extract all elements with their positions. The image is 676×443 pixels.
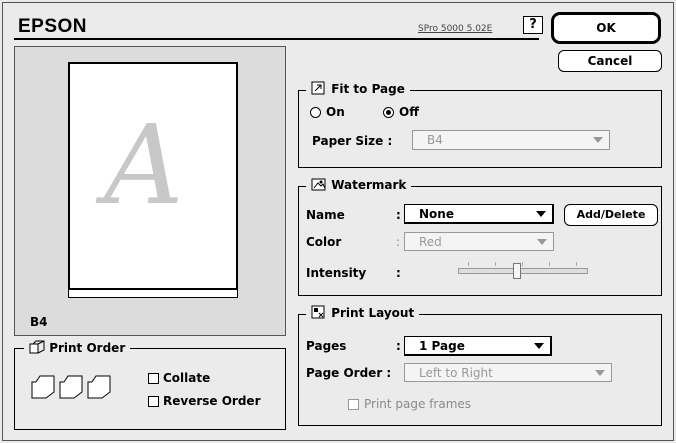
slider-thumb[interactable] [513, 263, 521, 279]
watermark-color-select[interactable]: Red [404, 232, 554, 251]
watermark-name-label: Name [306, 208, 345, 222]
page-order-label: Page Order : [306, 366, 392, 380]
watermark-intensity-label: Intensity [306, 266, 367, 280]
preview-letter: A [104, 101, 184, 229]
driver-version-link[interactable]: SPro 5000 5.02E [418, 24, 492, 34]
fit-on-radio[interactable] [310, 107, 321, 118]
fit-on-label: On [326, 105, 345, 119]
print-page-frames-label: Print page frames [364, 397, 472, 411]
fit-to-page-group [298, 90, 662, 168]
slider-tick [576, 262, 577, 266]
slider-tick [495, 262, 496, 266]
print-layout-title: Print Layout [306, 305, 420, 322]
colon: : [396, 339, 401, 353]
print-order-title: Print Order [24, 340, 131, 357]
colon: : [396, 266, 401, 280]
fit-to-page-title: Fit to Page [306, 81, 410, 98]
pages-select[interactable]: 1 Page [404, 336, 552, 356]
slider-tick [549, 262, 550, 266]
reverse-order-label: Reverse Order [163, 394, 261, 408]
add-delete-button[interactable]: Add/Delete [564, 204, 658, 226]
chevron-down-icon [537, 239, 547, 245]
collate-label: Collate [163, 371, 211, 385]
colon: : [396, 208, 401, 222]
slider-track [458, 268, 588, 274]
help-button[interactable]: ? [523, 16, 543, 34]
stacked-pages-icon [30, 374, 114, 404]
print-order-icon [29, 340, 45, 357]
title-rule [14, 38, 539, 40]
collate-checkbox[interactable] [148, 373, 159, 384]
print-layout-icon [311, 305, 327, 322]
pages-label: Pages [306, 339, 347, 353]
fit-to-page-icon [311, 81, 327, 98]
print-page-frames-checkbox[interactable] [348, 399, 359, 410]
watermark-name-select[interactable]: None [404, 204, 554, 224]
intensity-slider[interactable] [458, 262, 588, 282]
fit-off-label: Off [399, 105, 419, 119]
ok-button[interactable]: OK [551, 12, 661, 44]
colon: : [396, 235, 401, 249]
paper-size-label: Paper Size : [312, 134, 393, 148]
chevron-down-icon [534, 343, 544, 349]
chevron-down-icon [593, 137, 603, 143]
watermark-color-label: Color [306, 235, 342, 249]
epson-logo: EPSON [18, 16, 88, 37]
watermark-icon [311, 177, 327, 194]
cancel-button[interactable]: Cancel [558, 50, 662, 72]
slider-tick [468, 262, 469, 266]
fit-off-radio[interactable] [383, 107, 394, 118]
paper-size-select[interactable]: B4 [412, 130, 610, 150]
preview-paper-size: B4 [30, 315, 48, 329]
page-order-select[interactable]: Left to Right [404, 363, 612, 382]
chevron-down-icon [595, 370, 605, 376]
reverse-order-checkbox[interactable] [148, 396, 159, 407]
slider-tick [522, 262, 523, 266]
chevron-down-icon [536, 211, 546, 217]
watermark-title: Watermark [306, 177, 412, 194]
